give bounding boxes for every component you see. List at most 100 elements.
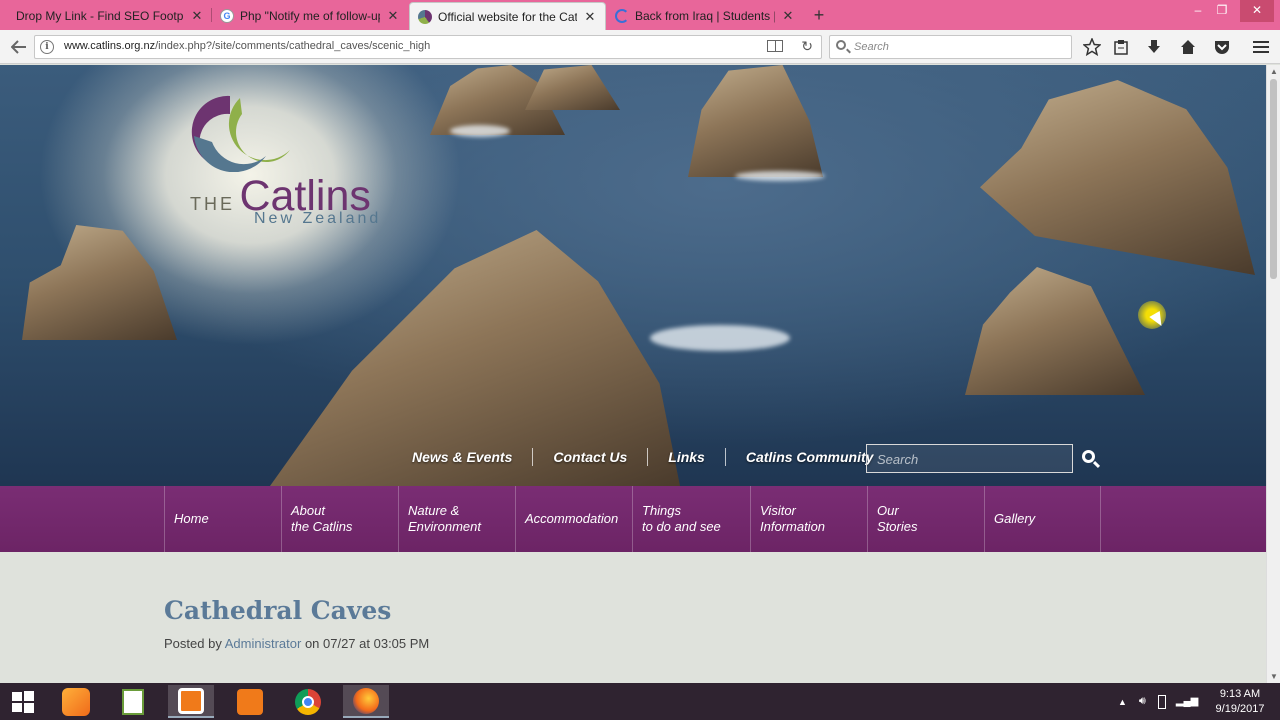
screen-recorder-button[interactable] [168, 685, 214, 718]
camera-app-button[interactable] [227, 685, 273, 718]
link-links[interactable]: Links [648, 448, 726, 466]
reader-view-icon[interactable] [767, 40, 783, 52]
sea-foam [450, 125, 510, 137]
author-link[interactable]: Administrator [225, 636, 302, 651]
library-button[interactable] [1108, 35, 1134, 59]
page-title: Cathedral Caves [164, 596, 392, 625]
chevron-up-icon[interactable]: ▲ [1118, 697, 1127, 707]
nav-visitor-information[interactable]: Visitor Information [750, 486, 867, 552]
close-icon[interactable]: ✕ [386, 8, 400, 24]
sea-foam [650, 325, 790, 351]
clock-time: 9:13 AM [1219, 688, 1261, 700]
network-signal-icon[interactable]: ▂▄▆ [1176, 696, 1198, 707]
download-arrow-icon [1148, 40, 1160, 53]
nav-home[interactable]: Home [164, 486, 281, 552]
site-search-input[interactable]: Search [866, 444, 1073, 473]
close-icon[interactable]: ✕ [190, 8, 204, 24]
byline: Posted by Administrator on 07/27 at 03:0… [164, 636, 429, 651]
scrollbar-thumb[interactable] [1270, 79, 1277, 279]
pocket-button[interactable] [1209, 35, 1235, 59]
address-bar[interactable]: i www.catlins.org.nz/index.php?/site/com… [34, 35, 822, 59]
notepad-icon [122, 688, 144, 715]
battery-icon[interactable] [1157, 694, 1166, 709]
google-icon: G [220, 9, 234, 23]
sea-foam [735, 171, 825, 181]
mouse-cursor-highlight [1138, 301, 1166, 329]
nav-label: Our Stories [877, 503, 918, 534]
speaker-icon[interactable]: 🔊︎ [1139, 695, 1146, 708]
nav-label: Accommodation [525, 511, 619, 526]
article: Cathedral Caves Posted by Administrator … [0, 552, 1266, 683]
home-icon [1181, 40, 1195, 54]
nav-gallery[interactable]: Gallery [984, 486, 1101, 552]
chrome-icon [295, 688, 321, 715]
rock-formation [980, 80, 1255, 275]
post-date: on 07/27 at 03:05 PM [304, 636, 430, 651]
reload-icon[interactable]: ↻ [801, 38, 813, 55]
tab-back-from-iraq[interactable]: Back from Iraq | Students | B ✕ [607, 2, 803, 30]
firefox-button[interactable] [343, 685, 389, 718]
rock-formation [965, 267, 1145, 395]
url-path: /index.php?/site/comments/cathedral_cave… [155, 40, 431, 52]
nav-label: About the Catlins [291, 503, 353, 534]
link-contact-us[interactable]: Contact Us [533, 448, 649, 466]
info-icon[interactable]: i [40, 40, 54, 54]
link-news-events[interactable]: News & Events [395, 448, 534, 466]
nav-nature-environment[interactable]: Nature & Environment [398, 486, 515, 552]
browser-search-box[interactable]: Search [829, 35, 1072, 59]
downloads-button[interactable] [1141, 35, 1167, 59]
site-search-placeholder: Search [877, 452, 919, 467]
tab-strip: Drop My Link - Find SEO Footpr ✕ G Php "… [0, 0, 1280, 30]
chrome-button[interactable] [285, 685, 331, 718]
screen-recorder-icon [178, 687, 204, 714]
close-icon[interactable]: ✕ [781, 8, 795, 24]
close-window-button[interactable]: ✕ [1240, 0, 1274, 22]
close-icon[interactable]: ✕ [583, 9, 597, 25]
nav-accommodation[interactable]: Accommodation [515, 486, 632, 552]
nav-label: Things to do and see [642, 503, 721, 534]
nav-label: Nature & Environment [408, 503, 481, 534]
clipboard-icon [1114, 40, 1128, 55]
nav-about-the-catlins[interactable]: About the Catlins [281, 486, 398, 552]
nav-label: Home [174, 511, 209, 526]
uc-browser-icon [62, 687, 90, 716]
home-button[interactable] [1175, 35, 1201, 59]
back-arrow-icon [11, 40, 26, 54]
taskbar-clock[interactable]: 9:13 AM 9/19/2017 [1206, 687, 1274, 717]
logo-the: THE [190, 194, 235, 214]
main-navigation: Home About the Catlins Nature & Environm… [0, 486, 1266, 552]
new-tab-button[interactable]: + [808, 3, 830, 27]
site-logo[interactable]: THE Catlins New Zealand [190, 92, 420, 232]
scroll-up-arrow-icon[interactable]: ▲ [1270, 67, 1278, 76]
nav-our-stories[interactable]: Our Stories [867, 486, 984, 552]
menu-button[interactable] [1248, 35, 1274, 59]
notepad-button[interactable] [110, 685, 156, 718]
firefox-icon [353, 687, 379, 714]
url-text[interactable]: www.catlins.org.nz/index.php?/site/comme… [64, 40, 430, 52]
pocket-icon [1215, 41, 1229, 54]
site-search-button[interactable] [1080, 448, 1102, 470]
url-host: www.catlins.org.nz [64, 40, 156, 52]
restore-button[interactable]: ❐ [1208, 0, 1236, 22]
scroll-down-arrow-icon[interactable]: ▼ [1270, 672, 1278, 681]
uc-browser-button[interactable] [53, 685, 99, 718]
tab-drop-my-link[interactable]: Drop My Link - Find SEO Footpr ✕ [8, 2, 212, 30]
bookmark-star-button[interactable] [1079, 35, 1105, 59]
nav-things-to-do[interactable]: Things to do and see [632, 486, 749, 552]
page-scrollbar[interactable]: ▲ ▼ [1266, 65, 1280, 683]
rock-formation [525, 65, 620, 110]
catlins-swirl-icon [191, 95, 290, 172]
page-viewport: THE Catlins New Zealand News & Events Co… [0, 65, 1266, 683]
nav-label: Visitor Information [760, 503, 826, 534]
rock-formation [688, 65, 823, 177]
navigation-toolbar: i www.catlins.org.nz/index.php?/site/com… [0, 30, 1280, 64]
tab-title: Drop My Link - Find SEO Footpr [16, 9, 184, 23]
tab-php-notify[interactable]: G Php "Notify me of follow-up ✕ [212, 2, 408, 30]
windows-logo-icon [12, 690, 34, 713]
start-button[interactable] [0, 685, 46, 718]
tab-title: Back from Iraq | Students | B [635, 9, 775, 23]
tab-catlins[interactable]: Official website for the Catli ✕ [409, 2, 606, 30]
catlins-icon [418, 9, 432, 24]
hamburger-menu-icon [1253, 41, 1269, 53]
back-button[interactable] [6, 35, 32, 59]
